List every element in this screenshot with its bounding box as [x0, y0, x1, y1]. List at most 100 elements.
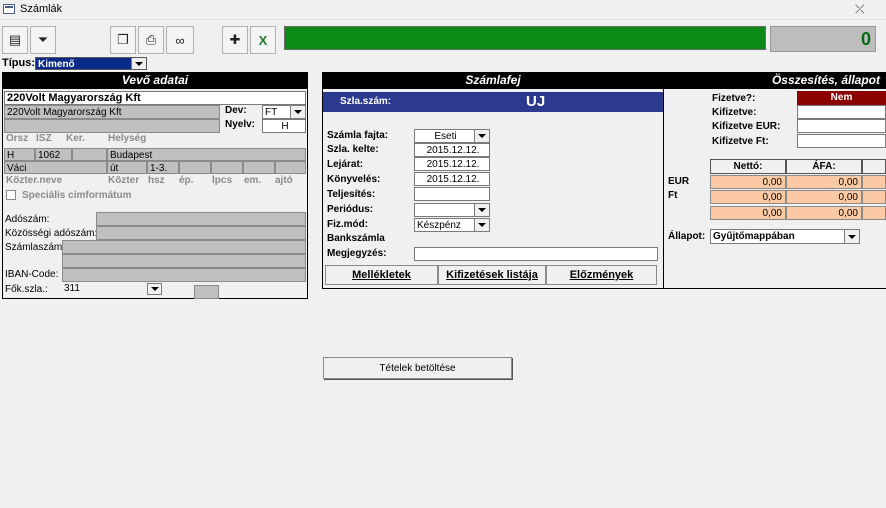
- tipus-value: Kimenő: [38, 59, 75, 70]
- copy-button[interactable]: ❐: [110, 26, 136, 54]
- progress-bar: [284, 26, 766, 50]
- em-field[interactable]: [243, 161, 275, 174]
- osszesites-header: Összesítés, állapot: [664, 72, 886, 89]
- hsz-footer: hsz: [148, 175, 165, 186]
- kifizetve-ft-field[interactable]: [797, 134, 886, 148]
- ajto-footer: ajtó: [275, 175, 293, 186]
- copy-icon: ❐: [117, 32, 129, 47]
- helyseg-field[interactable]: Budapest: [107, 148, 306, 161]
- megjegyzes-field[interactable]: [414, 247, 658, 261]
- kelte-label: Szla. kelte:: [327, 144, 379, 155]
- chevron-down-icon: [474, 130, 489, 142]
- szla-szam-value: UJ: [526, 93, 546, 110]
- chevron-down-icon: [474, 219, 489, 231]
- dev-select[interactable]: FT: [262, 105, 306, 119]
- vevo-header: Vevő adatai: [2, 72, 308, 89]
- hsz-field[interactable]: 1-3.: [147, 161, 179, 174]
- fizetve-field[interactable]: Nem: [797, 91, 886, 105]
- customer-name-field[interactable]: 220Volt Magyarország Kft: [4, 91, 306, 105]
- counter-value: 0: [860, 29, 871, 49]
- em-footer: em.: [244, 175, 262, 186]
- kifizetesek-button[interactable]: Kifizetések listája: [438, 265, 546, 285]
- fok-extra-field[interactable]: [194, 285, 219, 299]
- specialis-label: Speciális címformátum: [22, 190, 132, 201]
- elozmenyek-button[interactable]: Előzmények: [546, 265, 657, 285]
- form-view-button[interactable]: ▤: [2, 26, 28, 54]
- mellekletek-button[interactable]: Mellékletek: [325, 265, 438, 285]
- kozter-field[interactable]: út: [107, 161, 147, 174]
- teljesites-field[interactable]: [414, 187, 490, 201]
- glasses-icon: ∞: [175, 32, 185, 48]
- szamlaszam2-field[interactable]: [62, 254, 306, 268]
- lpcs-field[interactable]: [211, 161, 243, 174]
- fizmod-value: Készpénz: [417, 220, 461, 231]
- konyveles-field[interactable]: 2015.12.12.: [414, 172, 490, 186]
- ep-footer: ép.: [179, 175, 194, 186]
- iban-label: IBAN-Code:: [5, 269, 59, 280]
- lejarat-field[interactable]: 2015.12.12.: [414, 157, 490, 171]
- new-record-button[interactable]: ✚: [222, 26, 248, 54]
- fok-select[interactable]: 311: [62, 283, 162, 296]
- tetelek-betoltese-button[interactable]: Tételek betöltése: [323, 357, 512, 379]
- title-bar: [0, 0, 886, 20]
- specialis-checkbox[interactable]: [6, 190, 16, 200]
- nyelv-field[interactable]: H: [262, 119, 306, 133]
- fizmod-label: Fiz.mód:: [327, 219, 369, 230]
- chevron-down-icon: [474, 204, 489, 216]
- bankszamla-label: Bankszámla: [327, 233, 385, 244]
- tipus-select[interactable]: Kimenő: [35, 57, 147, 70]
- fajta-select[interactable]: Eseti: [414, 129, 490, 143]
- adoszam-field[interactable]: [96, 212, 306, 226]
- afa-column-header: ÁFA:: [786, 159, 862, 174]
- szla-szam-label: Szla.szám:: [340, 96, 392, 107]
- window-icon: [3, 4, 15, 14]
- customer-name3-field[interactable]: [4, 119, 220, 133]
- dev-label: Dev:: [225, 105, 247, 116]
- isz-field[interactable]: 1062: [35, 148, 72, 161]
- ep-field[interactable]: [179, 161, 211, 174]
- orsz-field[interactable]: H: [4, 148, 35, 161]
- kozter-neve-field[interactable]: Váci: [4, 161, 107, 174]
- brutto-column-header: [862, 159, 886, 174]
- kifizetve-label: Kifizetve:: [712, 107, 757, 118]
- kifizetve-eur-label: Kifizetve EUR:: [712, 121, 781, 132]
- iban-field[interactable]: [62, 268, 306, 282]
- lpcs-footer: lpcs: [212, 175, 233, 186]
- brutto-ft-cell: [862, 190, 886, 204]
- kifizetve-ft-label: Kifizetve Ft:: [712, 136, 769, 147]
- printer-icon: ⎙: [145, 32, 157, 47]
- allapot-label: Állapot:: [668, 231, 706, 242]
- ajto-field[interactable]: [275, 161, 306, 174]
- fizetve-label: Fizetve?:: [712, 93, 756, 104]
- excel-export-button[interactable]: X: [250, 26, 276, 54]
- lejarat-label: Lejárat:: [327, 159, 364, 170]
- kozossegi-field[interactable]: [96, 226, 306, 240]
- ker-field[interactable]: [72, 148, 107, 161]
- kifizetve-eur-field[interactable]: [797, 119, 886, 133]
- ker-header: Ker.: [66, 133, 85, 144]
- print-button[interactable]: ⎙: [138, 26, 164, 54]
- chevron-down-icon: [844, 230, 859, 243]
- fizmod-select[interactable]: Készpénz: [414, 218, 490, 232]
- isz-header: ISZ: [36, 133, 52, 144]
- eur-row-label: EUR: [668, 176, 690, 187]
- kifizetve-field[interactable]: [797, 105, 886, 119]
- tipus-label: Típus:: [2, 57, 35, 69]
- fajta-label: Számla fajta:: [327, 130, 389, 141]
- close-icon[interactable]: ⤫: [855, 2, 865, 17]
- netto-eur-cell: 0,00: [710, 175, 786, 189]
- afa-total-cell: 0,00: [786, 206, 862, 220]
- filter-button[interactable]: ⏷: [30, 26, 56, 54]
- afa-ft-cell: 0,00: [786, 190, 862, 204]
- kozter-footer: Közter: [108, 175, 140, 186]
- szamlaszam-field[interactable]: [62, 240, 306, 254]
- netto-ft-cell: 0,00: [710, 190, 786, 204]
- customer-name2-field[interactable]: 220Volt Magyarország Kft: [4, 105, 220, 119]
- allapot-select[interactable]: Gyűjtőmappában: [710, 229, 860, 244]
- preview-button[interactable]: ∞: [166, 26, 194, 54]
- periodus-select[interactable]: [414, 203, 490, 217]
- new-record-icon: ✚: [229, 32, 241, 47]
- szamlafej-header: Számlafej: [322, 72, 664, 89]
- kelte-field[interactable]: 2015.12.12.: [414, 143, 490, 157]
- kozossegi-label: Közösségi adószám:: [5, 228, 98, 239]
